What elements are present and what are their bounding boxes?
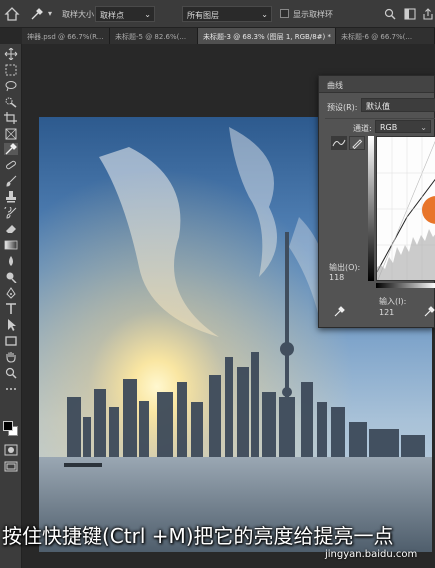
tab-document-4[interactable]: 未标题-6 @ 66.7%(...	[336, 28, 435, 44]
sample-layer-select[interactable]: 所有图层 ⌄	[182, 6, 272, 22]
brush-tool-icon[interactable]	[4, 175, 18, 187]
input-value[interactable]: 121	[379, 308, 394, 317]
sample-size-select[interactable]: 取样点 ⌄	[95, 6, 155, 22]
pencil-mode-button[interactable]	[349, 136, 365, 150]
preset-value: 默认值	[366, 102, 390, 111]
quick-select-tool-icon[interactable]	[4, 96, 18, 108]
tools-panel	[0, 44, 22, 568]
hand-tool-icon[interactable]	[4, 351, 18, 363]
chevron-down-icon: ⌄	[420, 123, 427, 132]
output-label: 输出(O):	[329, 263, 361, 272]
lasso-tool-icon[interactable]	[4, 80, 18, 92]
rectangle-tool-icon[interactable]	[4, 335, 18, 347]
quick-mask-icon[interactable]	[4, 444, 18, 456]
tab-document-3[interactable]: 未标题-3 @ 68.3% (图层 1, RGB/8#) *×	[198, 28, 336, 44]
tab-document-2[interactable]: 未标题-5 @ 82.6%(...	[110, 28, 198, 44]
preset-label: 预设(R):	[327, 103, 358, 112]
tab-document-1[interactable]: 神器.psd @ 66.7%(R...	[22, 28, 110, 44]
curves-dialog[interactable]: 曲线 预设(R): 默认值 通道: RGB ⌄ 输出(O): 118 输入(I):…	[318, 75, 435, 328]
eraser-tool-icon[interactable]	[4, 223, 18, 235]
chevron-down-icon: ⌄	[144, 10, 151, 19]
divider	[325, 118, 435, 119]
show-ring-checkbox[interactable]	[280, 9, 289, 18]
type-tool-icon[interactable]	[4, 303, 18, 315]
blur-tool-icon[interactable]	[4, 255, 18, 267]
more-tools-icon[interactable]	[4, 383, 18, 395]
document-tabs: 神器.psd @ 66.7%(R... 未标题-5 @ 82.6%(... 未标…	[22, 28, 435, 44]
output-gradient-bar	[368, 136, 374, 281]
sample-layer-value: 所有图层	[187, 11, 219, 20]
input-label: 输入(I):	[379, 297, 407, 306]
eyedropper-icon[interactable]	[30, 7, 44, 21]
history-brush-icon[interactable]	[4, 207, 18, 219]
tab-label: 未标题-6 @ 66.7%(...	[341, 33, 413, 41]
move-tool-icon[interactable]	[4, 48, 18, 60]
eyedropper-icon[interactable]	[333, 306, 345, 318]
foreground-color-swatch[interactable]	[3, 421, 13, 431]
clone-stamp-icon[interactable]	[4, 191, 18, 203]
screen-mode-icon[interactable]	[4, 460, 18, 472]
crop-tool-icon[interactable]	[4, 112, 18, 124]
frame-tool-icon[interactable]	[4, 128, 18, 140]
curve-point-mode-button[interactable]	[331, 136, 347, 150]
marquee-tool-icon[interactable]	[4, 64, 18, 76]
gradient-tool-icon[interactable]	[4, 239, 18, 251]
show-ring-label: 显示取样环	[293, 10, 333, 19]
zoom-tool-icon[interactable]	[4, 367, 18, 379]
pen-tool-icon[interactable]	[4, 287, 18, 299]
share-icon[interactable]	[422, 8, 434, 20]
path-select-icon[interactable]	[4, 319, 18, 331]
channel-select[interactable]: RGB ⌄	[375, 120, 431, 133]
input-gradient-bar	[376, 283, 435, 288]
dialog-title[interactable]: 曲线	[319, 76, 434, 93]
tab-label: 未标题-5 @ 82.6%(...	[115, 33, 187, 41]
eyedropper-tool-icon[interactable]	[4, 143, 18, 155]
channel-label: 通道:	[353, 124, 372, 133]
sample-size-value: 取样点	[100, 11, 124, 20]
dropdown-caret[interactable]: ▾	[48, 9, 52, 18]
eyedropper-icon[interactable]	[423, 306, 435, 318]
tab-label: 神器.psd @ 66.7%(R...	[27, 33, 104, 41]
output-value[interactable]: 118	[329, 273, 344, 282]
search-icon[interactable]	[384, 8, 396, 20]
watermark: jingyan.baidu.com	[325, 549, 418, 560]
channel-value: RGB	[380, 123, 398, 132]
workspace-icon[interactable]	[404, 8, 416, 20]
preset-select[interactable]: 默认值	[361, 98, 435, 112]
tab-label: 未标题-3 @ 68.3% (图层 1, RGB/8#) *	[203, 33, 331, 41]
home-icon[interactable]	[4, 6, 20, 22]
options-bar: ▾ 取样大小： 取样点 ⌄ 所有图层 ⌄ 显示取样环	[0, 0, 435, 28]
dodge-tool-icon[interactable]	[4, 271, 18, 283]
healing-brush-icon[interactable]	[4, 159, 18, 171]
chevron-down-icon: ⌄	[261, 10, 268, 19]
